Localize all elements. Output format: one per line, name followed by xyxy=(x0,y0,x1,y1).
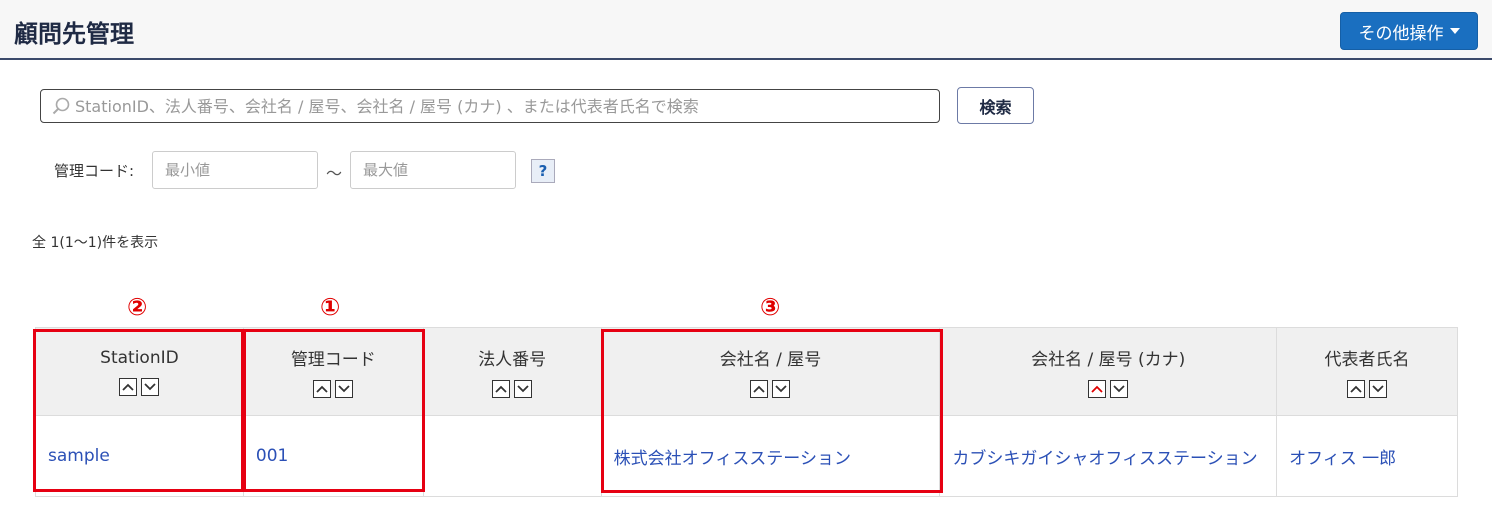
column-header-label: 会社名 / 屋号 (カナ) xyxy=(1031,350,1186,370)
code-min-input[interactable] xyxy=(152,151,318,189)
column-header-label: 法人番号 xyxy=(478,350,547,370)
sort-asc-button[interactable] xyxy=(492,380,511,398)
other-operations-label: その他操作 xyxy=(1358,23,1444,44)
sort-desc-button[interactable] xyxy=(1369,380,1388,398)
chevron-down-icon xyxy=(517,385,529,393)
chevron-down-icon xyxy=(1372,385,1384,393)
code-max-input[interactable] xyxy=(350,151,516,189)
highlight-box-company-name xyxy=(601,329,943,493)
search-box xyxy=(40,89,940,123)
search-input[interactable] xyxy=(71,90,939,122)
column-header-company-name-kana: 会社名 / 屋号 (カナ) xyxy=(939,327,1278,416)
search-icon xyxy=(52,97,70,115)
other-operations-button[interactable]: その他操作 xyxy=(1340,12,1478,50)
page-header: 顧問先管理 その他操作 xyxy=(0,0,1492,60)
help-button[interactable]: ? xyxy=(531,159,555,183)
sort-desc-button[interactable] xyxy=(514,380,533,398)
result-count: 全 1(1〜1)件を表示 xyxy=(32,235,159,251)
cell-representative: オフィス 一郎 xyxy=(1276,415,1458,497)
search-button[interactable]: 検索 xyxy=(957,87,1034,124)
annotation-marker-2: ② xyxy=(127,293,148,321)
caret-down-icon xyxy=(1449,28,1460,34)
chevron-up-icon xyxy=(1350,385,1362,393)
sort-controls xyxy=(430,380,595,398)
page-title: 顧問先管理 xyxy=(14,20,134,48)
sort-desc-button[interactable] xyxy=(1110,380,1129,398)
sort-asc-button[interactable] xyxy=(1347,380,1366,398)
representative-link[interactable]: オフィス 一郎 xyxy=(1289,449,1396,469)
highlight-box-management-code xyxy=(243,329,425,492)
annotation-marker-1: ① xyxy=(320,293,341,321)
column-header-label: 代表者氏名 xyxy=(1324,350,1410,370)
column-header-corporate-number: 法人番号 xyxy=(422,327,602,416)
chevron-up-icon xyxy=(495,385,507,393)
sort-asc-button-active[interactable] xyxy=(1088,380,1107,398)
sort-controls xyxy=(946,380,1270,398)
chevron-up-icon xyxy=(1091,385,1103,393)
column-header-representative: 代表者氏名 xyxy=(1276,327,1458,416)
chevron-down-icon xyxy=(1113,385,1125,393)
management-code-label: 管理コード: xyxy=(54,162,135,180)
cell-company-name-kana: カブシキガイシャオフィスステーション xyxy=(939,415,1278,497)
company-name-kana-link[interactable]: カブシキガイシャオフィスステーション xyxy=(952,449,1257,469)
range-separator: 〜 xyxy=(326,164,343,183)
annotation-marker-3: ③ xyxy=(760,293,781,321)
sort-controls xyxy=(1283,380,1451,398)
highlight-box-station-id xyxy=(33,329,244,492)
cell-corporate-number xyxy=(422,415,602,497)
